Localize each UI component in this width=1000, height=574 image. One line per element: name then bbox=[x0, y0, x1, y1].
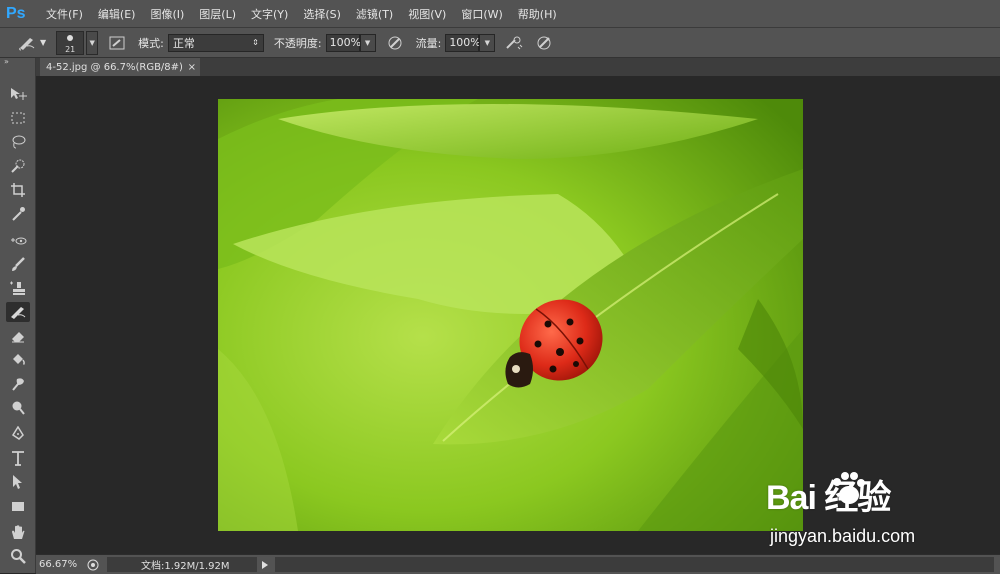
opacity-slider-dropdown[interactable]: ▼ bbox=[359, 33, 376, 52]
watermark-url: jingyan.baidu.com bbox=[770, 526, 916, 546]
smudge-icon bbox=[12, 378, 24, 391]
mixer-brush-tool[interactable] bbox=[6, 302, 30, 322]
menu-window[interactable]: 窗口(W) bbox=[461, 6, 502, 22]
document-tab[interactable]: 4-52.jpg @ 66.7%(RGB/8#) × bbox=[40, 58, 200, 76]
brush-icon bbox=[12, 257, 25, 271]
crop-icon bbox=[11, 183, 25, 197]
brush-picker-dropdown[interactable]: ▼ bbox=[86, 30, 99, 55]
eyedropper-tool[interactable] bbox=[6, 204, 30, 224]
move-tool-icon bbox=[11, 88, 27, 100]
menu-view[interactable]: 视图(V) bbox=[408, 6, 446, 22]
dodge-icon bbox=[12, 401, 25, 415]
lasso-tool[interactable] bbox=[6, 132, 30, 152]
document-tab-title: 4-52.jpg @ 66.7%(RGB/8#) bbox=[46, 61, 183, 73]
paint-bucket-tool[interactable] bbox=[6, 350, 30, 370]
path-selection-tool[interactable] bbox=[6, 472, 30, 492]
rectangle-icon bbox=[12, 502, 24, 511]
lasso-icon bbox=[12, 135, 26, 149]
updown-icon: ⇕ bbox=[252, 38, 259, 47]
tool-preset-picker[interactable] bbox=[16, 33, 38, 53]
baidu-watermark: Bai 经验 jingyan.baidu.com bbox=[766, 470, 976, 550]
quick-selection-tool[interactable] bbox=[6, 156, 30, 176]
healing-brush-icon bbox=[11, 237, 27, 245]
mode-select[interactable]: 正常 ⇕ bbox=[167, 33, 264, 52]
status-info-button[interactable] bbox=[85, 558, 101, 572]
type-icon bbox=[12, 451, 24, 466]
play-arrow-icon bbox=[262, 560, 268, 569]
menu-file[interactable]: 文件(F) bbox=[46, 6, 83, 22]
horizontal-scrollbar[interactable] bbox=[275, 557, 994, 572]
rectangle-tool[interactable] bbox=[6, 496, 30, 516]
status-menu-button[interactable] bbox=[259, 560, 271, 570]
menu-filter[interactable]: 滤镜(T) bbox=[356, 6, 393, 22]
marquee-icon bbox=[11, 112, 25, 124]
eraser-icon bbox=[12, 332, 24, 343]
opacity-label: 不透明度: bbox=[273, 36, 322, 50]
status-info-icon bbox=[87, 559, 99, 570]
brush-panel-icon bbox=[109, 36, 125, 49]
pen-icon bbox=[11, 426, 24, 440]
options-bar: ▼ 21 ▼ 模式: 正常 ⇕ 不透明度: 100% ▼ 流量: 100% ▼ bbox=[0, 28, 1000, 58]
menu-image[interactable]: 图像(I) bbox=[150, 6, 184, 22]
paint-bucket-icon bbox=[13, 354, 25, 366]
blur-tool[interactable] bbox=[6, 374, 30, 394]
ladybug-photo bbox=[218, 99, 803, 531]
menu-bar: Ps 文件(F) 编辑(E) 图像(I) 图层(L) 文字(Y) 选择(S) 滤… bbox=[0, 0, 1000, 28]
airbrush-icon bbox=[506, 36, 523, 49]
opacity-input[interactable]: 100% bbox=[325, 33, 361, 52]
pressure-opacity-button[interactable] bbox=[386, 34, 404, 52]
clone-stamp-tool[interactable] bbox=[6, 278, 30, 298]
brush-size-value: 21 bbox=[65, 44, 76, 54]
pen-tool[interactable] bbox=[6, 424, 30, 444]
document-tab-strip: 4-52.jpg @ 66.7%(RGB/8#) × bbox=[36, 58, 1000, 76]
pressure-size-button[interactable] bbox=[535, 34, 553, 52]
flow-label: 流量: bbox=[415, 36, 442, 50]
quick-selection-icon bbox=[11, 159, 25, 173]
marquee-tool[interactable] bbox=[6, 108, 30, 128]
tools-panel: » bbox=[0, 58, 36, 573]
eyedropper-icon bbox=[12, 207, 25, 221]
menu-select[interactable]: 选择(S) bbox=[303, 6, 341, 22]
menu-layer[interactable]: 图层(L) bbox=[199, 6, 236, 22]
panel-collapse-icon[interactable]: » bbox=[0, 58, 35, 66]
document-size: 文档:1.92M/1.92M bbox=[141, 561, 230, 572]
zoom-tool[interactable] bbox=[6, 546, 30, 566]
airbrush-button[interactable] bbox=[505, 34, 523, 52]
status-bar: 66.67% 文档:1.92M/1.92M bbox=[36, 554, 1000, 574]
path-selection-icon bbox=[13, 475, 22, 489]
pressure-size-icon bbox=[537, 36, 551, 49]
zoom-level[interactable]: 66.67% bbox=[36, 559, 85, 570]
paw-logo-icon bbox=[833, 472, 865, 504]
menu-help[interactable]: 帮助(H) bbox=[518, 6, 557, 22]
eraser-tool[interactable] bbox=[6, 326, 30, 346]
document-info: 文档:1.92M/1.92M bbox=[107, 557, 257, 572]
flow-slider-dropdown[interactable]: ▼ bbox=[479, 33, 496, 52]
document-image[interactable] bbox=[218, 99, 803, 531]
spot-healing-tool[interactable] bbox=[6, 230, 30, 250]
zoom-icon bbox=[11, 549, 26, 564]
brush-size-picker[interactable]: 21 bbox=[56, 30, 85, 55]
move-tool[interactable] bbox=[6, 84, 30, 104]
brush-tool[interactable] bbox=[6, 254, 30, 274]
dodge-tool[interactable] bbox=[6, 398, 30, 418]
flow-input[interactable]: 100% bbox=[445, 33, 481, 52]
menu-type[interactable]: 文字(Y) bbox=[251, 6, 288, 22]
menu-edit[interactable]: 编辑(E) bbox=[98, 6, 136, 22]
chevron-down-icon[interactable]: ▼ bbox=[40, 38, 46, 47]
mixer-brush-icon bbox=[11, 307, 26, 319]
clone-stamp-icon bbox=[10, 281, 25, 295]
photoshop-logo: Ps bbox=[6, 4, 26, 22]
brush-tip-icon bbox=[67, 34, 74, 41]
brush-panel-toggle-button[interactable] bbox=[108, 34, 126, 52]
crop-tool[interactable] bbox=[6, 180, 30, 200]
mixer-brush-icon bbox=[19, 37, 35, 50]
hand-tool[interactable] bbox=[6, 522, 30, 542]
pressure-opacity-icon bbox=[388, 36, 402, 49]
mode-label: 模式: bbox=[138, 36, 164, 50]
close-icon[interactable]: × bbox=[188, 62, 196, 73]
hand-icon bbox=[12, 525, 25, 539]
type-tool[interactable] bbox=[6, 448, 30, 468]
mode-value: 正常 bbox=[172, 36, 195, 50]
